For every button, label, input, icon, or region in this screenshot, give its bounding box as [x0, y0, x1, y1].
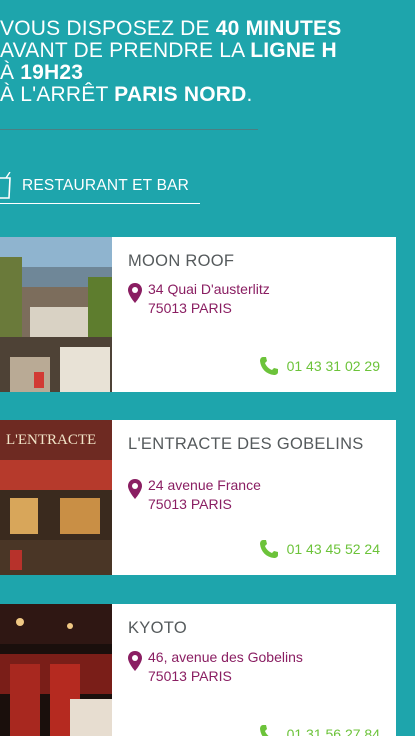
restaurant-address[interactable]: 34 Quai D'austerlitz 75013 PARIS	[128, 280, 270, 318]
restaurant-card[interactable]: L'ENTRACTE L'ENTRACTE DES GOBELINS 24 av…	[0, 420, 396, 575]
restaurant-name[interactable]: KYOTO	[128, 618, 378, 639]
restaurant-storefront-photo: L'ENTRACTE	[0, 420, 112, 575]
restaurant-name[interactable]: MOON ROOF	[128, 251, 378, 272]
category-label: RESTAURANT ET BAR	[22, 176, 190, 194]
category-tab-restaurant-bar[interactable]: RESTAURANT ET BAR	[0, 168, 200, 204]
address-street: 34 Quai D'austerlitz	[148, 281, 270, 297]
address-city: 75013 PARIS	[148, 668, 232, 684]
headline-line-4: À L'ARRÊT PARIS NORD.	[0, 84, 415, 106]
restaurant-photo: L'ENTRACTE	[0, 420, 112, 575]
restaurant-interior-photo	[0, 604, 112, 736]
headline-text: LA	[219, 39, 251, 62]
restaurant-address[interactable]: 46, avenue des Gobelins 75013 PARIS	[128, 648, 303, 686]
headline-line-2: AVANT DE PRENDRE LA LIGNE H	[0, 40, 415, 62]
restaurant-photo	[0, 237, 112, 392]
address-street: 24 avenue France	[148, 477, 261, 493]
restaurant-card[interactable]: KYOTO 46, avenue des Gobelins 75013 PARI…	[0, 604, 396, 736]
headline-text: À L'ARRÊT	[0, 83, 115, 106]
line-name: LIGNE H	[250, 39, 337, 62]
restaurant-card[interactable]: MOON ROOF 34 Quai D'austerlitz 75013 PAR…	[0, 237, 396, 392]
phone-number: 01 31 56 27 84	[286, 726, 380, 736]
address-street: 46, avenue des Gobelins	[148, 649, 303, 665]
headline-line-3: À 19H23	[0, 62, 415, 84]
phone-number: 01 43 45 52 24	[286, 541, 380, 557]
restaurant-photo	[0, 604, 112, 736]
restaurant-address[interactable]: 24 avenue France 75013 PARIS	[128, 476, 261, 514]
departure-time: 19H23	[20, 61, 84, 84]
map-pin-icon	[128, 479, 142, 499]
phone-number: 01 43 31 02 29	[286, 358, 380, 374]
map-pin-icon	[128, 283, 142, 303]
cocktail-glass-icon	[0, 171, 11, 199]
headline-text: .	[246, 83, 253, 106]
restaurant-phone-link[interactable]: 01 43 31 02 29	[259, 356, 380, 376]
phone-icon	[259, 357, 278, 375]
restaurant-phone-link[interactable]: 01 31 56 27 84	[259, 724, 380, 736]
rooftop-terrace-photo	[0, 237, 112, 392]
phone-icon	[259, 540, 278, 558]
headline-text: À	[0, 61, 21, 84]
map-pin-icon	[128, 651, 142, 671]
availability-headline: VOUS DISPOSEZ DE 40 MINUTES AVANT DE PRE…	[0, 18, 415, 106]
header-divider	[0, 129, 258, 130]
headline-line-1: VOUS DISPOSEZ DE 40 MINUTES	[0, 18, 415, 40]
address-city: 75013 PARIS	[148, 496, 232, 512]
restaurant-name[interactable]: L'ENTRACTE DES GOBELINS	[128, 434, 378, 455]
duration: 40 MINUTES	[215, 17, 342, 40]
phone-icon	[259, 725, 274, 736]
restaurant-phone-link[interactable]: 01 43 45 52 24	[259, 539, 380, 559]
address-city: 75013 PARIS	[148, 300, 232, 316]
headline-text: VOUS DISPOSEZ DE	[0, 17, 216, 40]
stop-name: PARIS NORD	[114, 83, 247, 106]
svg-text:L'ENTRACTE: L'ENTRACTE	[6, 432, 96, 448]
headline-text: AVANT DE PRENDRE	[0, 39, 220, 62]
